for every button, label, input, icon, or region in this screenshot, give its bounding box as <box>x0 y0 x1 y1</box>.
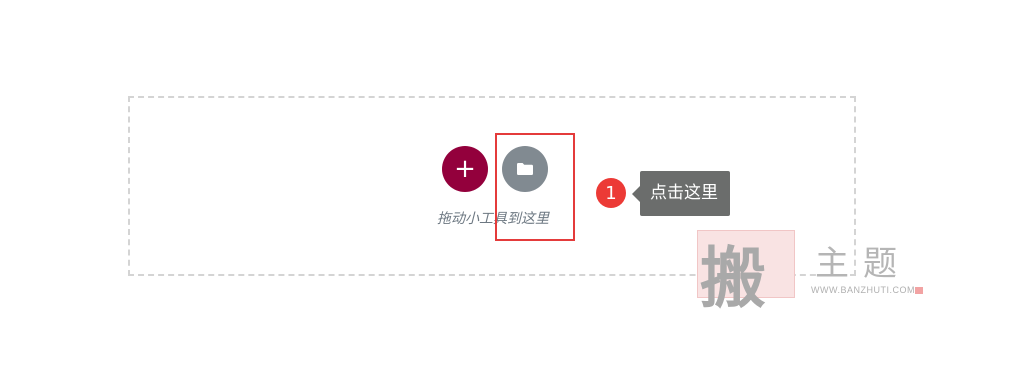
add-section-button[interactable]: + <box>442 146 488 192</box>
annotation-highlight-box <box>495 133 575 241</box>
step-number-badge: 1 <box>596 178 626 208</box>
site-watermark: 搬 主题 WWW.BANZHUTI.COM <box>697 230 927 317</box>
watermark-url: WWW.BANZHUTI.COM <box>811 285 915 295</box>
annotation-tooltip: 点击这里 <box>632 171 730 216</box>
watermark-seal-char: 搬 <box>700 239 766 317</box>
watermark-title: 主题 <box>815 244 911 284</box>
editor-canvas: + 拖动小工具到这里 1 点击这里 搬 主题 WWW.BANZHUTI.COM <box>0 0 1010 374</box>
watermark-dot <box>915 287 923 294</box>
plus-icon: + <box>454 154 476 184</box>
watermark-seal: 搬 <box>697 230 795 317</box>
